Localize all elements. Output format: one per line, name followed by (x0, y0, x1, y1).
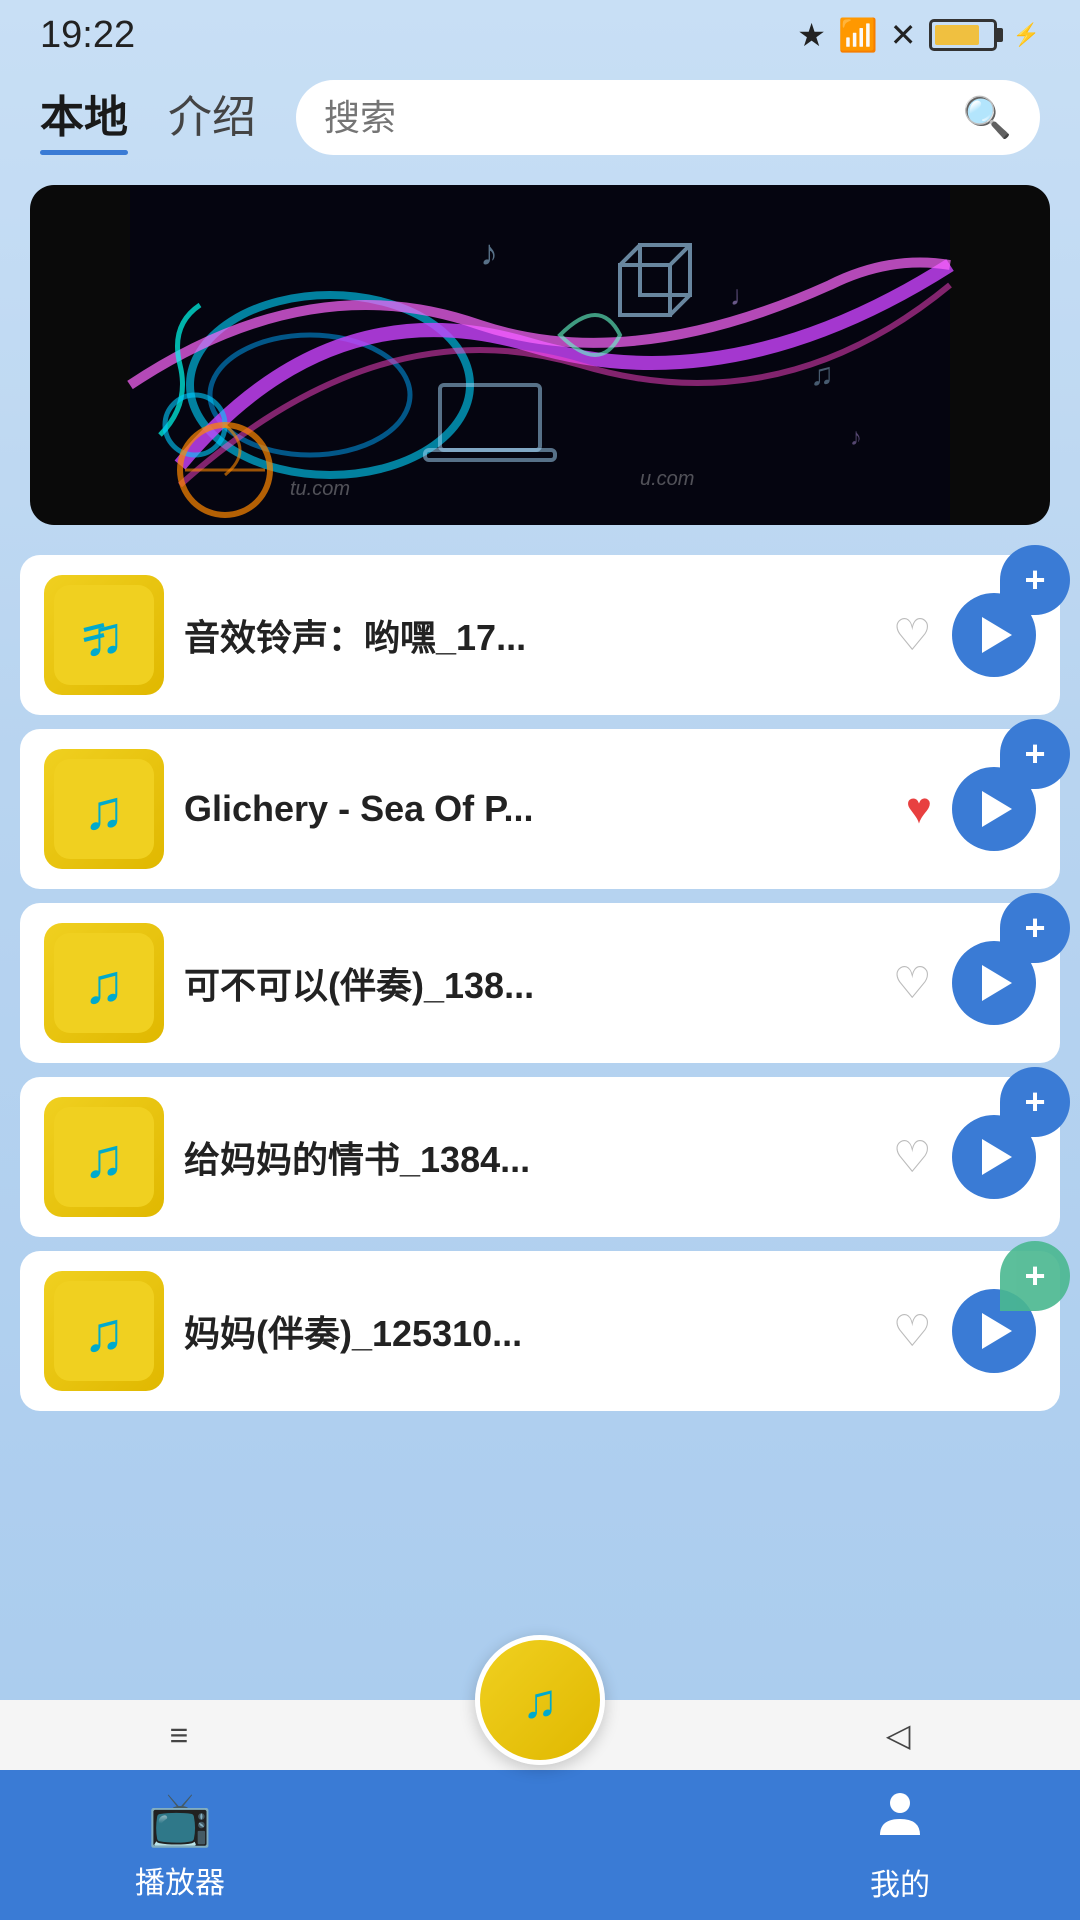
like-button[interactable]: ♡ (893, 958, 932, 1009)
search-icon[interactable]: 🔍 (962, 94, 1012, 141)
svg-text:u.com: u.com (640, 468, 694, 490)
back-button[interactable]: ◁ (886, 1716, 911, 1754)
tab-local[interactable]: 本地 (40, 81, 128, 155)
status-icons: ★ 📶 ✕ ⚡ (797, 16, 1040, 54)
song-title: 可不可以(伴奏)_138... (184, 957, 873, 1009)
song-card: ♫ 给妈妈的情书_1384... ♡ + (20, 1077, 1060, 1237)
svg-text:♫: ♫ (522, 1676, 558, 1729)
song-list: ♫ 音效铃声：哟嘿_17... ♡ + ♫ Glichery - Sea Of … (0, 545, 1080, 1421)
like-button[interactable]: ♥ (906, 784, 932, 834)
song-card: ♫ 音效铃声：哟嘿_17... ♡ + (20, 555, 1060, 715)
charging-icon: ⚡ (1013, 22, 1040, 48)
status-time: 19:22 (40, 14, 135, 57)
player-icon: 📺 (148, 1789, 213, 1850)
add-badge[interactable]: + (1000, 1067, 1070, 1137)
wifi-icon: 📶 (838, 16, 878, 54)
battery-icon (929, 19, 997, 51)
header: 本地 介绍 🔍 (0, 70, 1080, 155)
bluetooth-icon: ★ (797, 16, 826, 54)
song-thumbnail: ♫ (44, 1271, 164, 1391)
like-button[interactable]: ♡ (893, 1306, 932, 1357)
nav-mine-label: 我的 (870, 1860, 930, 1904)
nav-player-label: 播放器 (135, 1858, 225, 1902)
svg-text:tu.com: tu.com (290, 478, 350, 500)
add-badge[interactable]: + (1000, 719, 1070, 789)
song-title: Glichery - Sea Of P... (184, 788, 886, 830)
song-thumbnail: ♫ (44, 575, 164, 695)
svg-text:♫: ♫ (83, 1127, 124, 1189)
mine-icon (874, 1787, 926, 1852)
svg-text:♫: ♫ (83, 779, 124, 841)
svg-text:♪: ♪ (480, 232, 498, 273)
song-card: ♫ 妈妈(伴奏)_125310... ♡ + (20, 1251, 1060, 1411)
svg-text:♫: ♫ (83, 1301, 124, 1363)
song-title: 给妈妈的情书_1384... (184, 1131, 873, 1183)
like-button[interactable]: ♡ (893, 1132, 932, 1183)
search-bar[interactable]: 🔍 (296, 80, 1040, 155)
add-badge[interactable]: + (1000, 545, 1070, 615)
tab-intro[interactable]: 介绍 (168, 81, 256, 155)
svg-text:♪: ♪ (850, 424, 862, 451)
nav-mine[interactable]: 我的 (720, 1787, 1080, 1904)
center-fab[interactable]: ♫ (475, 1635, 605, 1765)
song-thumbnail: ♫ (44, 749, 164, 869)
song-title: 妈妈(伴奏)_125310... (184, 1305, 873, 1357)
svg-text:♫: ♫ (810, 356, 834, 392)
add-badge[interactable]: + (1000, 1241, 1070, 1311)
signal-x-icon: ✕ (890, 16, 917, 54)
nav-player[interactable]: 📺 播放器 (0, 1789, 360, 1902)
svg-text:♫: ♫ (83, 953, 124, 1015)
search-input[interactable] (324, 97, 946, 139)
song-title: 音效铃声：哟嘿_17... (184, 609, 873, 661)
bottom-nav: 📺 播放器 我的 (0, 1770, 1080, 1920)
menu-button[interactable]: ≡ (170, 1717, 189, 1754)
svg-text:♩: ♩ (730, 280, 758, 311)
banner: ♪ ♩ ♫ ♪ tu.com u.com (30, 185, 1050, 525)
song-thumbnail: ♫ (44, 923, 164, 1043)
song-card: ♫ Glichery - Sea Of P... ♥ + (20, 729, 1060, 889)
add-badge[interactable]: + (1000, 893, 1070, 963)
like-button[interactable]: ♡ (893, 610, 932, 661)
song-card: ♫ 可不可以(伴奏)_138... ♡ + (20, 903, 1060, 1063)
status-bar: 19:22 ★ 📶 ✕ ⚡ (0, 0, 1080, 70)
song-thumbnail: ♫ (44, 1097, 164, 1217)
